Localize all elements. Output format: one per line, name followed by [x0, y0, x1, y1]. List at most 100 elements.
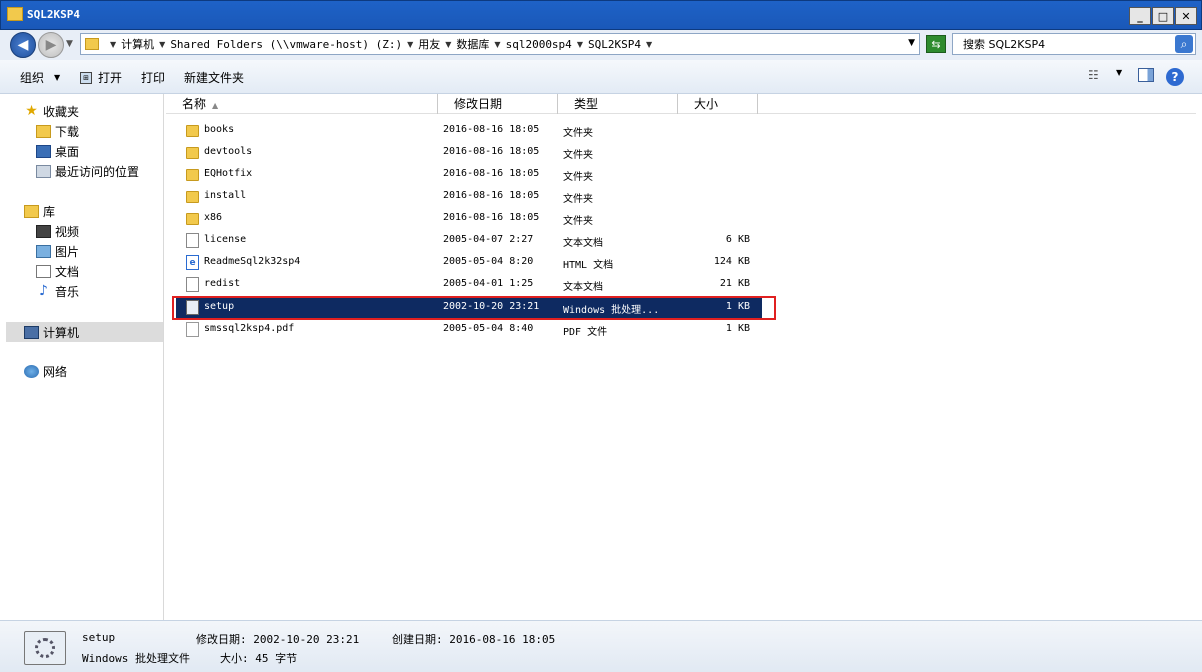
column-header-label: 类型: [574, 97, 599, 111]
html-file-icon: e: [186, 255, 199, 270]
refresh-button[interactable]: ⇆: [926, 35, 946, 53]
desktop-icon: [36, 144, 51, 158]
details-modified: 修改日期: 2002-10-20 23:21: [196, 633, 360, 646]
column-header-name[interactable]: 名称 ▲: [166, 94, 438, 114]
breadcrumb-yonyou[interactable]: 用友: [418, 36, 440, 52]
breadcrumb-arrow-icon[interactable]: ▼: [407, 40, 413, 49]
back-button[interactable]: ◀: [10, 32, 36, 58]
breadcrumb-arrow-icon[interactable]: ▼: [445, 40, 451, 49]
forward-button[interactable]: ▶: [38, 32, 64, 58]
breadcrumb-arrow-icon[interactable]: ▼: [159, 40, 165, 49]
nav-item-recent-places[interactable]: 最近访问的位置: [36, 162, 139, 180]
breadcrumb-computer[interactable]: 计算机: [121, 36, 154, 52]
computer-icon: [24, 325, 39, 339]
nav-item-downloads[interactable]: 下载: [36, 122, 79, 140]
library-icon: [24, 204, 39, 218]
folder-icon: [186, 191, 199, 203]
preview-pane-icon[interactable]: [1138, 68, 1154, 82]
print-button[interactable]: 打印: [141, 69, 165, 86]
command-bar: 组织 ▼ ⊞ 打开 打印 新建文件夹 ☷ ▼ ?: [0, 60, 1202, 94]
nav-label: 图片: [55, 244, 80, 259]
folder-icon: [186, 169, 199, 181]
organize-label: 组织: [20, 71, 45, 85]
nav-item-music[interactable]: ♪ 音乐: [36, 282, 79, 300]
folder-icon: [186, 147, 199, 159]
details-created: 创建日期: 2016-08-16 18:05: [392, 633, 556, 646]
column-header-label: 名称: [182, 97, 207, 111]
file-date: 2016-08-16 18:05: [443, 168, 540, 179]
address-row: ◀ ▶ ▼ ▼ 计算机 ▼ Shared Folders (\\vmware-h…: [0, 30, 1202, 60]
breadcrumb-arrow-icon[interactable]: ▼: [577, 40, 583, 49]
nav-item-pictures[interactable]: 图片: [36, 242, 79, 260]
close-button[interactable]: ✕: [1175, 7, 1197, 25]
nav-item-desktop[interactable]: 桌面: [36, 142, 79, 160]
pictures-icon: [36, 244, 51, 258]
maximize-button[interactable]: □: [1152, 7, 1174, 25]
downloads-folder-icon: [36, 124, 51, 138]
address-history-dropdown[interactable]: ▼: [908, 38, 915, 48]
file-date: 2016-08-16 18:05: [443, 146, 540, 157]
recent-pages-dropdown[interactable]: ▼: [66, 39, 73, 49]
gear-icon: [35, 638, 55, 658]
breadcrumb-arrow-icon[interactable]: ▼: [494, 40, 500, 49]
file-name: x86: [204, 212, 223, 223]
file-type: 文本文档: [563, 238, 603, 249]
nav-item-network[interactable]: 网络: [24, 362, 67, 380]
nav-label: 计算机: [43, 325, 80, 340]
search-input[interactable]: 搜索 SQL2KSP4 ⌕: [952, 33, 1196, 55]
column-header-size[interactable]: 大小: [678, 94, 758, 114]
documents-icon: [36, 264, 51, 278]
help-icon[interactable]: ?: [1166, 68, 1184, 86]
organize-button[interactable]: 组织 ▼: [20, 69, 60, 86]
window-title: SQL2KSP4: [27, 8, 80, 21]
folder-icon: [186, 125, 199, 137]
file-row-redist[interactable]: redist 2005-04-01 1:25 文本文档 21 KB: [176, 274, 762, 296]
text-file-icon: [186, 233, 199, 248]
minimize-button[interactable]: _: [1129, 7, 1151, 25]
column-header-type[interactable]: 类型: [558, 94, 678, 114]
file-row-eqhotfix[interactable]: EQHotfix 2016-08-16 18:05 文件夹: [176, 164, 762, 186]
view-options-icon[interactable]: ☷: [1088, 68, 1099, 82]
star-icon: ★: [25, 103, 38, 119]
file-type: 文件夹: [563, 128, 593, 139]
nav-item-favorites[interactable]: ★ 收藏夹: [24, 102, 79, 120]
file-name: devtools: [204, 146, 253, 157]
breadcrumb-shared-folders[interactable]: Shared Folders (\\vmware-host) (Z:): [170, 38, 402, 51]
nav-item-videos[interactable]: 视频: [36, 222, 79, 240]
breadcrumb-arrow-icon[interactable]: ▼: [646, 40, 652, 49]
file-row-license[interactable]: license 2005-04-07 2:27 文本文档 6 KB: [176, 230, 762, 252]
video-icon: [36, 224, 51, 238]
print-label: 打印: [141, 71, 166, 85]
file-date: 2016-08-16 18:05: [443, 190, 540, 201]
file-row-readme[interactable]: e ReadmeSql2k32sp4 2005-05-04 8:20 HTML …: [176, 252, 762, 274]
file-row-install[interactable]: install 2016-08-16 18:05 文件夹: [176, 186, 762, 208]
file-row-books[interactable]: books 2016-08-16 18:05 文件夹: [176, 120, 762, 142]
nav-item-libraries[interactable]: 库: [24, 202, 55, 220]
breadcrumb-arrow-icon[interactable]: ▼: [110, 40, 116, 49]
breadcrumb-sql2000sp4[interactable]: sql2000sp4: [506, 38, 572, 51]
open-icon: ⊞: [80, 71, 92, 84]
folder-icon: [7, 7, 23, 21]
column-header-label: 大小: [694, 97, 719, 111]
search-icon[interactable]: ⌕: [1175, 35, 1193, 53]
nav-item-computer[interactable]: 计算机: [24, 323, 79, 341]
file-row-x86[interactable]: x86 2016-08-16 18:05 文件夹: [176, 208, 762, 230]
window-controls: _ □ ✕: [1129, 7, 1197, 25]
folder-icon: [85, 38, 99, 50]
file-name: license: [204, 234, 247, 245]
file-date: 2005-04-07 2:27: [443, 234, 534, 245]
file-row-devtools[interactable]: devtools 2016-08-16 18:05 文件夹: [176, 142, 762, 164]
open-button[interactable]: ⊞ 打开: [80, 69, 122, 86]
annotation-highlight-box: [172, 296, 776, 320]
breadcrumb-sql2ksp4[interactable]: SQL2KSP4: [588, 38, 641, 51]
breadcrumb-database[interactable]: 数据库: [456, 36, 489, 52]
file-row-smssql2ksp4[interactable]: smssql2ksp4.pdf 2005-05-04 8:40 PDF 文件 1…: [176, 319, 762, 341]
details-pane: setup Windows 批处理文件 修改日期: 2002-10-20 23:…: [0, 620, 1202, 672]
chevron-down-icon[interactable]: ▼: [1116, 68, 1122, 77]
address-bar[interactable]: ▼ 计算机 ▼ Shared Folders (\\vmware-host) (…: [80, 33, 920, 55]
nav-item-documents[interactable]: 文档: [36, 262, 79, 280]
file-name: install: [204, 190, 247, 201]
column-header-date[interactable]: 修改日期: [438, 94, 558, 114]
file-type: 文本文档: [563, 282, 603, 293]
new-folder-button[interactable]: 新建文件夹: [184, 69, 244, 86]
